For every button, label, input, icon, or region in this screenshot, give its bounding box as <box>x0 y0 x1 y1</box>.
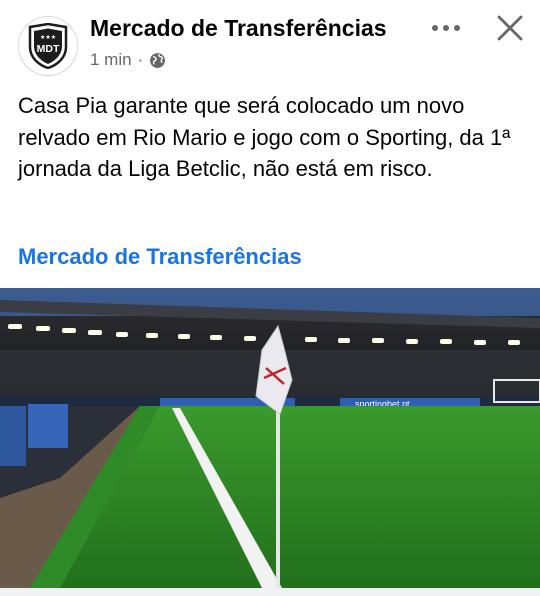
more-horizontal-icon <box>432 25 460 31</box>
shield-logo-icon: ★★★ MDT <box>28 23 68 69</box>
more-options-button[interactable] <box>426 14 466 42</box>
close-icon <box>497 15 523 41</box>
meta-separator: · <box>137 50 144 69</box>
page-name[interactable]: Mercado de Transferências <box>90 15 387 42</box>
post-header: ★★★ MDT Mercado de Transferências 1 min … <box>0 0 540 86</box>
post-image[interactable]: sportingbet.pt <box>0 288 540 588</box>
post-divider <box>0 588 540 596</box>
post-meta: 1 min · <box>90 50 166 70</box>
close-button[interactable] <box>492 10 528 46</box>
svg-text:★★★: ★★★ <box>40 34 56 41</box>
stadium-corner-flag-photo: sportingbet.pt <box>0 288 540 588</box>
post-body-text: Casa Pia garante que será colocado um no… <box>18 93 511 181</box>
link-title[interactable]: Mercado de Transferências <box>18 244 302 270</box>
globe-icon <box>149 52 166 69</box>
page-avatar[interactable]: ★★★ MDT <box>18 16 78 76</box>
avatar-text: MDT <box>37 43 60 55</box>
timestamp[interactable]: 1 min <box>90 50 132 70</box>
